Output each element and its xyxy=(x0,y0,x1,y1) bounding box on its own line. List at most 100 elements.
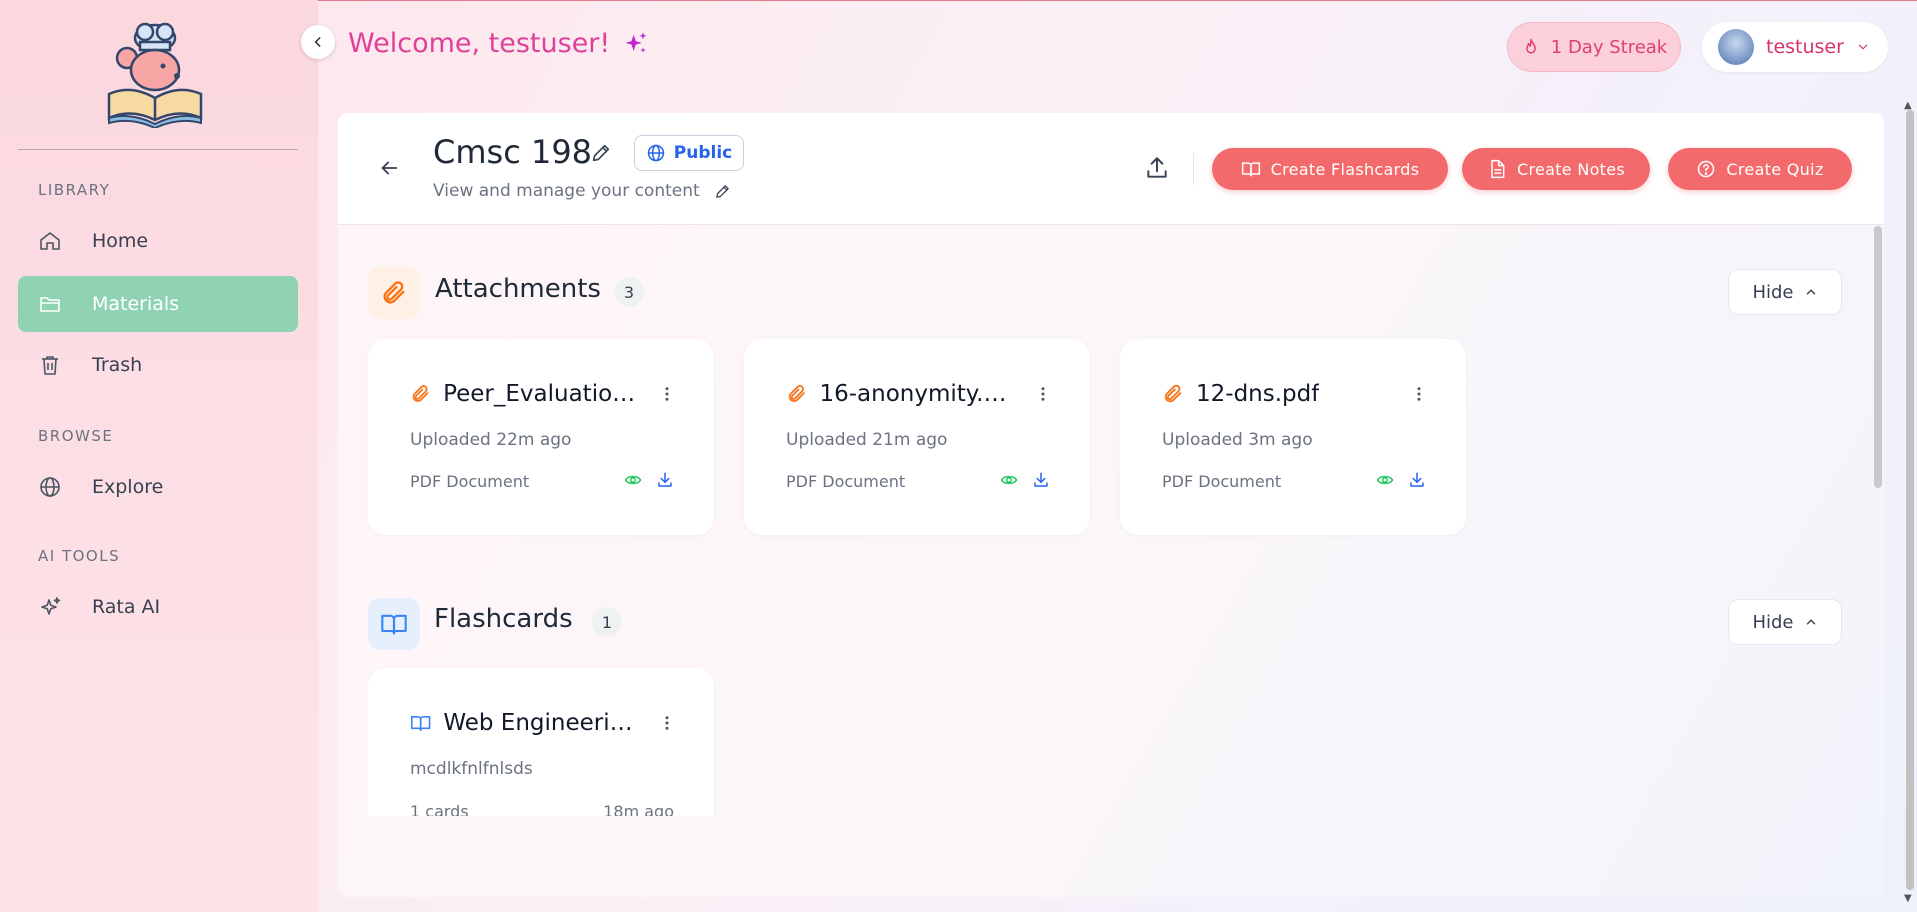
paperclip-icon xyxy=(412,385,429,402)
help-circle-icon xyxy=(1698,160,1715,178)
sidebar-divider xyxy=(18,149,298,150)
attachment-title: Peer_Evaluation... xyxy=(410,381,640,407)
book-open-icon xyxy=(1241,162,1260,177)
sidebar-item-rata-ai[interactable]: Rata AI xyxy=(18,579,298,635)
create-quiz-label: Create Quiz xyxy=(1726,159,1824,179)
download-icon[interactable] xyxy=(1408,471,1426,489)
paperclip-icon xyxy=(1164,384,1182,403)
sidebar-item-label: Materials xyxy=(92,293,180,315)
flashcards-list: Web Engineerin... mcdlkfnlfnlsds 1 cards… xyxy=(338,668,1868,816)
panel-scrollbar[interactable] xyxy=(1874,226,1882,488)
more-vertical-icon[interactable] xyxy=(658,385,676,403)
page-scroll-down-arrow[interactable]: ▼ xyxy=(1904,893,1912,904)
book-open-icon xyxy=(381,614,407,635)
attachment-actions xyxy=(624,471,674,489)
flashcard-set-description: mcdlkfnlfnlsds xyxy=(410,759,533,779)
attachments-title: Attachments xyxy=(435,274,601,304)
hide-attachments-button[interactable]: Hide xyxy=(1728,269,1842,315)
attachments-count: 3 xyxy=(614,277,644,307)
create-notes-button[interactable]: Create Notes xyxy=(1462,148,1650,190)
globe-icon xyxy=(40,477,60,497)
sparkles-icon xyxy=(625,31,647,53)
attachment-title: 12-dns.pdf xyxy=(1162,381,1392,407)
section-library: LIBRARY xyxy=(38,181,111,199)
visibility-label: Public xyxy=(673,143,733,163)
create-quiz-button[interactable]: Create Quiz xyxy=(1668,148,1852,190)
sidebar-item-materials[interactable]: Materials xyxy=(18,276,298,332)
user-menu[interactable]: testuser xyxy=(1702,22,1888,72)
download-icon[interactable] xyxy=(656,471,674,489)
flashcard-set-name: Web Engineerin... xyxy=(443,710,640,736)
upload-time: Uploaded 22m ago xyxy=(410,430,572,450)
streak-text: 1 Day Streak xyxy=(1550,36,1668,58)
section-browse: BROWSE xyxy=(38,427,114,445)
book-open-icon xyxy=(410,715,431,731)
collapse-sidebar-button[interactable] xyxy=(301,25,335,59)
sidebar-item-label: Home xyxy=(92,230,149,252)
document-icon xyxy=(1491,159,1505,179)
flashcards-section-icon xyxy=(368,598,420,650)
attachment-card[interactable]: Peer_Evaluation... Uploaded 22m ago PDF … xyxy=(368,339,714,535)
attachment-card[interactable]: 16-anonymity.pdf Uploaded 21m ago PDF Do… xyxy=(744,339,1090,535)
hide-label: Hide xyxy=(1752,611,1794,633)
upload-icon xyxy=(1147,157,1167,178)
attachment-title: 16-anonymity.pdf xyxy=(786,381,1016,407)
create-flashcards-button[interactable]: Create Flashcards xyxy=(1212,148,1448,190)
more-vertical-icon[interactable] xyxy=(1410,385,1428,403)
edit-title-button[interactable] xyxy=(590,142,612,168)
attachment-card[interactable]: 12-dns.pdf Uploaded 3m ago PDF Document xyxy=(1120,339,1466,535)
create-flashcards-label: Create Flashcards xyxy=(1270,159,1420,179)
avatar xyxy=(1718,29,1754,65)
sidebar-item-trash[interactable]: Trash xyxy=(18,337,298,393)
material-subtitle: View and manage your content xyxy=(433,181,731,201)
more-vertical-icon[interactable] xyxy=(1034,385,1052,403)
page-scrollbar[interactable] xyxy=(1906,110,1914,890)
pencil-icon[interactable] xyxy=(714,183,731,200)
file-type: PDF Document xyxy=(410,472,530,491)
pencil-icon xyxy=(592,144,610,162)
home-icon xyxy=(40,232,60,250)
globe-icon xyxy=(647,144,665,162)
attachment-actions xyxy=(1376,471,1426,489)
eye-icon[interactable] xyxy=(1000,471,1018,489)
streak-badge[interactable]: 1 Day Streak xyxy=(1507,22,1681,72)
sidebar-item-explore[interactable]: Explore xyxy=(18,459,298,515)
folder-icon xyxy=(40,297,60,312)
sidebar: LIBRARY Home Materials Trash BROWSE Expl… xyxy=(0,0,318,912)
sidebar-item-home[interactable]: Home xyxy=(18,213,298,269)
subtitle-text: View and manage your content xyxy=(433,181,700,201)
username: testuser xyxy=(1766,36,1844,58)
more-vertical-icon[interactable] xyxy=(658,714,676,732)
material-panel: Cmsc 198 Public View and manage your con… xyxy=(338,113,1884,897)
paperclip-icon xyxy=(788,385,805,403)
flame-icon xyxy=(1525,38,1536,54)
flashcards-count: 1 xyxy=(592,607,622,637)
eye-icon[interactable] xyxy=(624,471,642,489)
chevron-left-icon xyxy=(314,37,321,47)
upload-time: Uploaded 3m ago xyxy=(1162,430,1313,450)
flashcard-set-title: Web Engineerin... xyxy=(410,710,640,736)
visibility-badge[interactable]: Public xyxy=(634,135,744,171)
sidebar-item-label: Rata AI xyxy=(92,596,161,618)
paperclip-icon xyxy=(383,281,405,304)
eye-icon[interactable] xyxy=(1376,471,1394,489)
created-time: 18m ago xyxy=(603,802,674,816)
sidebar-item-label: Trash xyxy=(92,354,143,376)
attachment-actions xyxy=(1000,471,1050,489)
upload-button[interactable] xyxy=(1144,155,1170,185)
flashcards-title: Flashcards xyxy=(434,604,573,634)
attachment-name: Peer_Evaluation... xyxy=(443,381,640,407)
flashcard-set-card[interactable]: Web Engineerin... mcdlkfnlfnlsds 1 cards… xyxy=(368,668,714,816)
download-icon[interactable] xyxy=(1032,471,1050,489)
chevron-up-icon xyxy=(1806,289,1815,295)
back-button[interactable] xyxy=(378,157,400,183)
hide-flashcards-button[interactable]: Hide xyxy=(1728,599,1842,645)
upload-time: Uploaded 21m ago xyxy=(786,430,948,450)
sidebar-item-label: Explore xyxy=(92,476,164,498)
card-count: 1 cards xyxy=(410,802,469,816)
attachments-section-icon xyxy=(368,267,420,319)
attachment-name: 12-dns.pdf xyxy=(1196,381,1320,407)
welcome-message: Welcome, testuser! xyxy=(348,28,650,59)
header-divider xyxy=(1193,153,1194,185)
trash-icon xyxy=(42,356,58,375)
